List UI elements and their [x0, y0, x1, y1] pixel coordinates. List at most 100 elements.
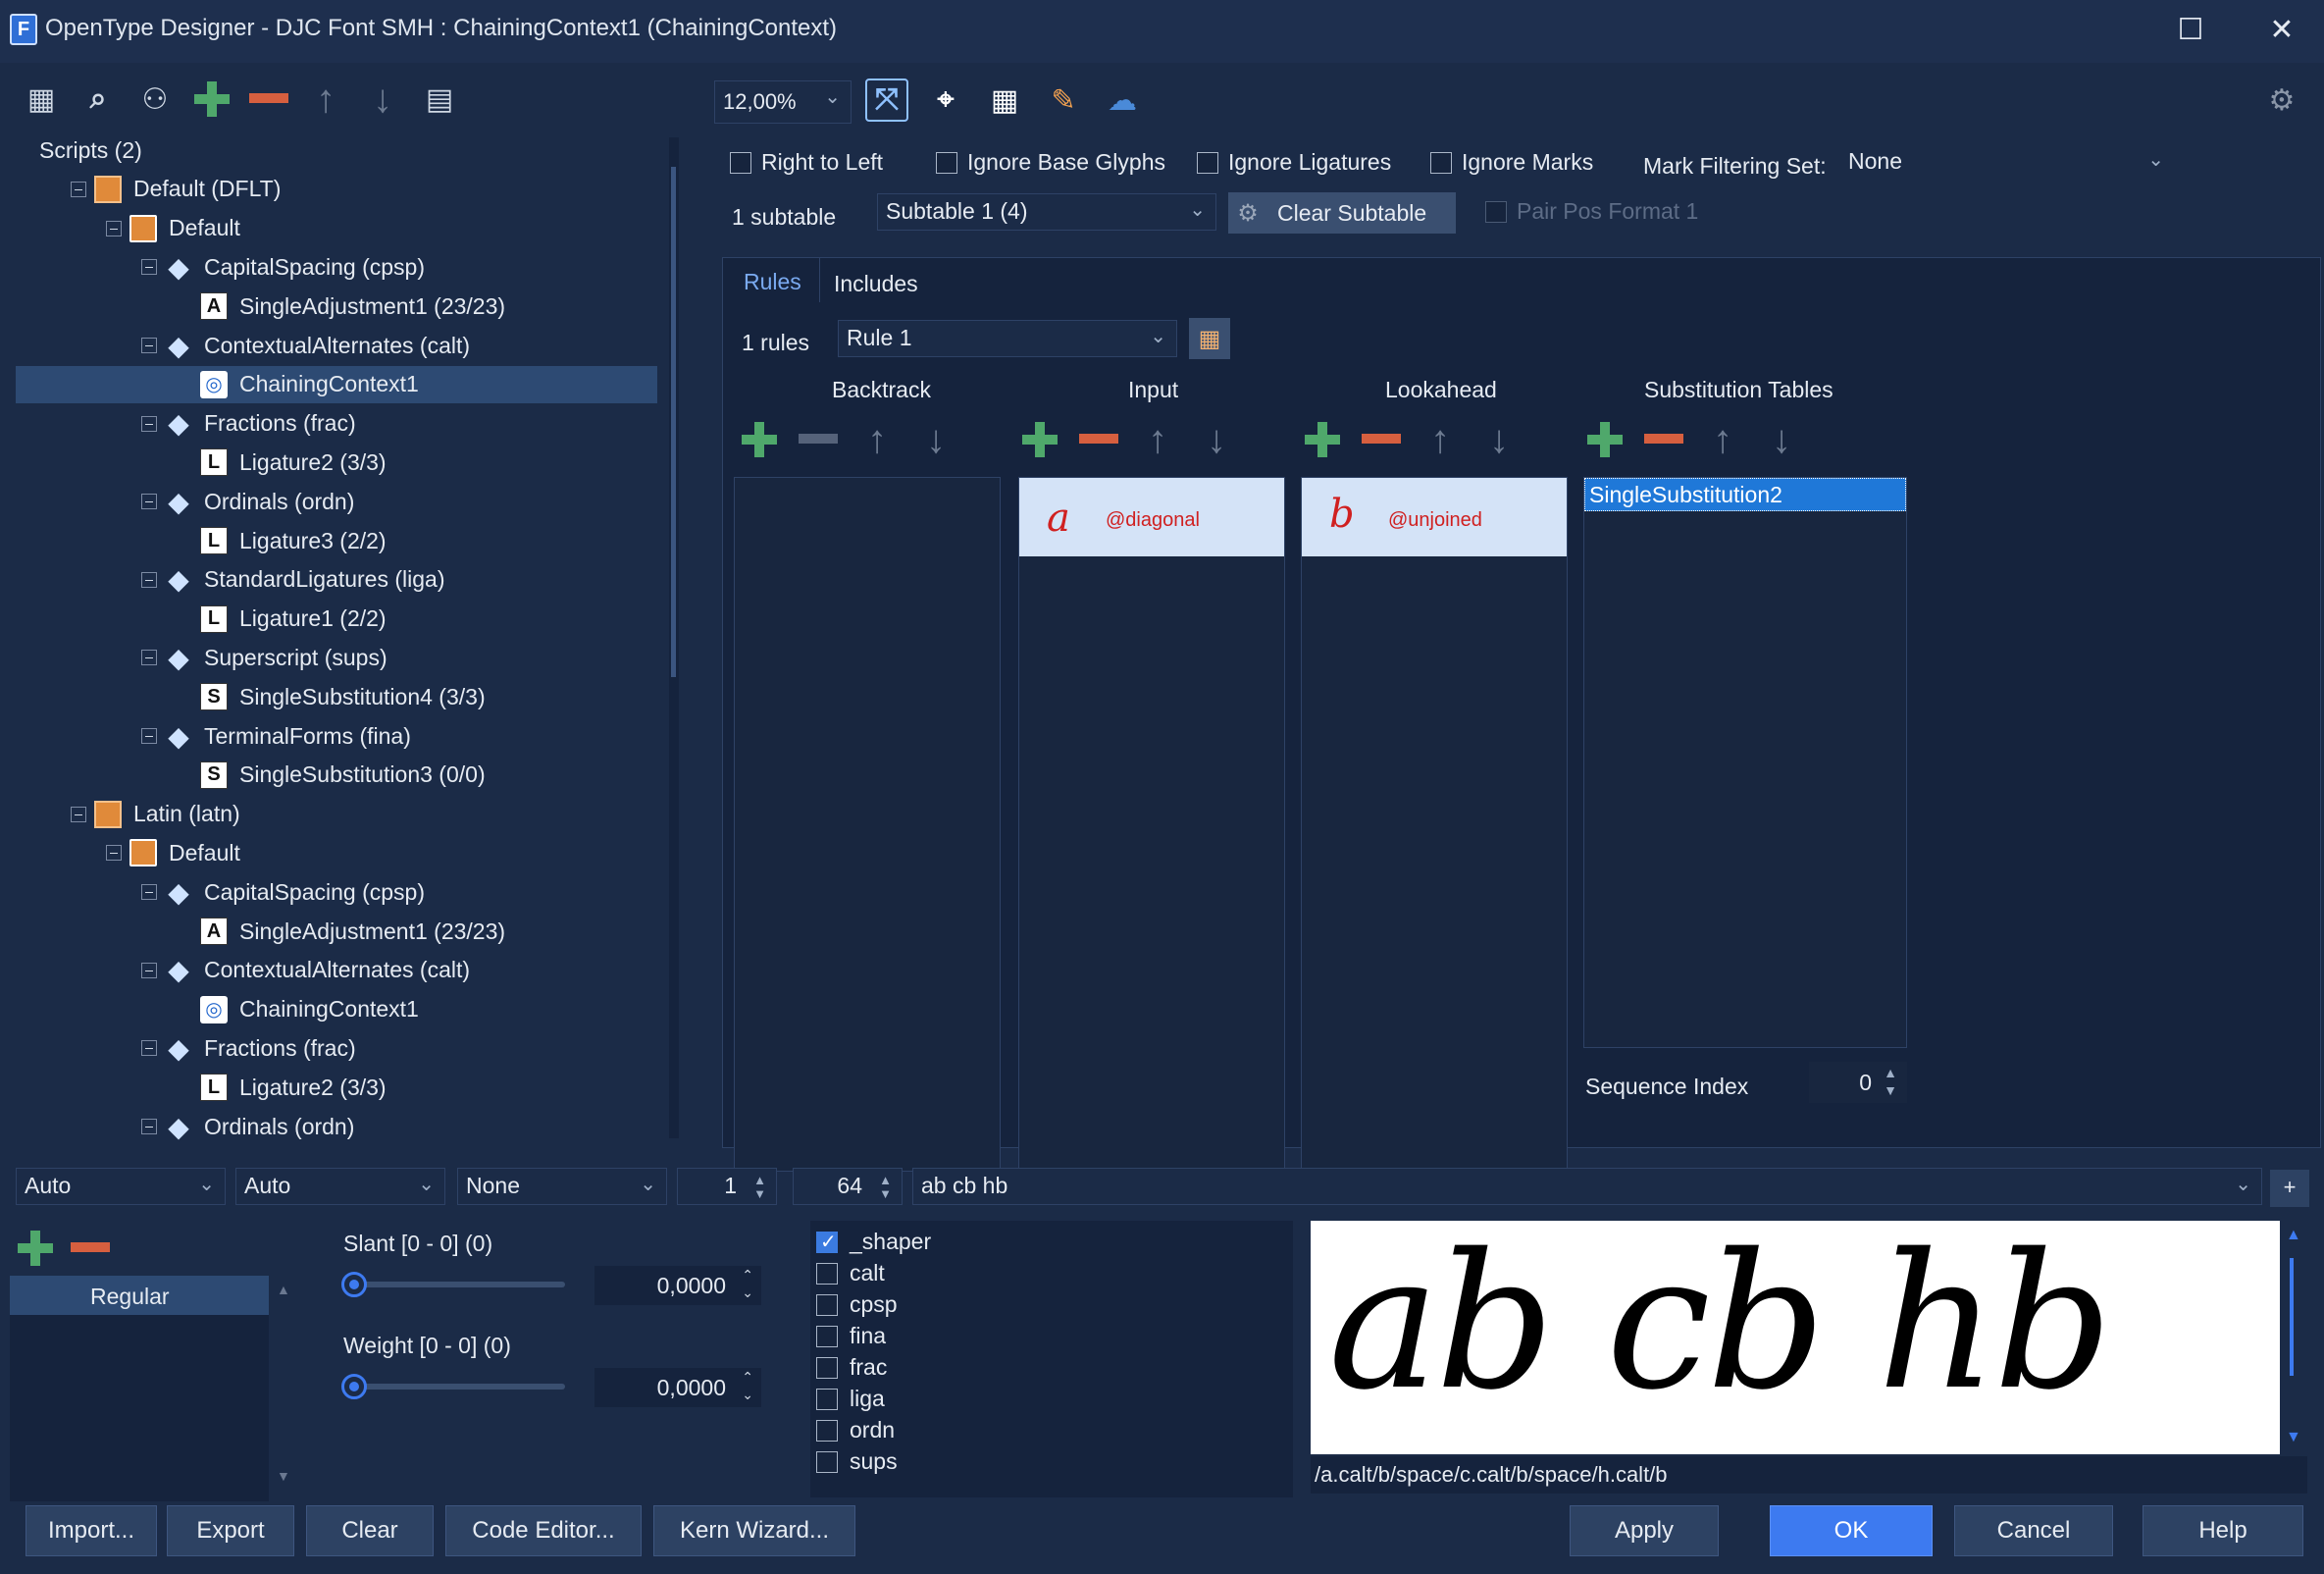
- feature-option[interactable]: liga: [816, 1386, 885, 1412]
- feature-checkbox[interactable]: [816, 1356, 838, 1379]
- lookahead-item[interactable]: b @unjoined: [1302, 478, 1567, 556]
- feature-option[interactable]: calt: [816, 1260, 885, 1286]
- collapse-icon[interactable]: [141, 962, 157, 978]
- add-icon[interactable]: [190, 78, 233, 121]
- spinner-icon[interactable]: ▲ ▼: [1884, 1064, 1897, 1099]
- backtrack-down-icon[interactable]: ↓: [914, 418, 957, 461]
- add-master-icon[interactable]: [14, 1227, 57, 1270]
- move-down-icon[interactable]: ↓: [361, 78, 404, 121]
- tree-node[interactable]: L Ligature2 (3/3): [16, 444, 657, 481]
- tree-node[interactable]: A SingleAdjustment1 (23/23): [16, 288, 657, 325]
- line-count-input[interactable]: 1 ▲ ▼: [677, 1168, 777, 1205]
- subst-list[interactable]: SingleSubstitution2: [1583, 477, 1907, 1048]
- backtrack-list[interactable]: [734, 477, 1001, 1172]
- tree-node[interactable]: ◆ Ordinals (ordn): [16, 1108, 657, 1142]
- tree-node[interactable]: ◆ ContextualAlternates (calt): [16, 952, 657, 989]
- master-scrollbar[interactable]: ▲ ▼: [275, 1276, 294, 1501]
- feature-checkbox[interactable]: [816, 1230, 838, 1254]
- collapse-icon[interactable]: [141, 494, 157, 510]
- subst-up-icon[interactable]: ↑: [1701, 418, 1744, 461]
- lookahead-add-icon[interactable]: [1301, 418, 1344, 461]
- ignore-marks-option[interactable]: Ignore Marks: [1430, 149, 1593, 176]
- tree-node[interactable]: L Ligature1 (2/2): [16, 601, 657, 638]
- tree-node[interactable]: ◆ CapitalSpacing (cpsp): [16, 873, 657, 911]
- direction-dropdown[interactable]: None ⌄: [457, 1168, 667, 1205]
- font-size-input[interactable]: 64 ▲ ▼: [793, 1168, 903, 1205]
- feature-checkbox[interactable]: [816, 1262, 838, 1285]
- help-button[interactable]: Help: [2143, 1505, 2303, 1556]
- input-up-icon[interactable]: ↑: [1136, 418, 1179, 461]
- lookahead-up-icon[interactable]: ↑: [1419, 418, 1462, 461]
- tree-node[interactable]: ◆ Superscript (sups): [16, 639, 657, 676]
- tree-node[interactable]: S SingleSubstitution3 (0/0): [16, 757, 657, 794]
- collapse-icon[interactable]: [141, 1119, 157, 1134]
- tree-node[interactable]: ◆ CapitalSpacing (cpsp): [16, 248, 657, 286]
- tree-node[interactable]: Latin (latn): [16, 796, 657, 833]
- input-down-icon[interactable]: ↓: [1195, 418, 1238, 461]
- input-remove-icon[interactable]: [1077, 418, 1120, 461]
- tree-node[interactable]: Default (DFLT): [16, 171, 657, 208]
- remove-master-icon[interactable]: [69, 1227, 112, 1270]
- feature-tree[interactable]: Scripts (2) Default (DFLT) Default ◆ Capital…: [16, 131, 663, 1142]
- rule-table-icon[interactable]: ▦: [1189, 318, 1230, 359]
- tab-includes[interactable]: Includes: [834, 271, 918, 297]
- script-dropdown[interactable]: Auto ⌄: [16, 1168, 226, 1205]
- code-editor-button[interactable]: Code Editor...: [445, 1505, 642, 1556]
- feature-option[interactable]: fina: [816, 1323, 886, 1349]
- rule-dropdown[interactable]: Rule 1 ⌄: [838, 320, 1177, 357]
- backtrack-remove-icon[interactable]: [797, 418, 840, 461]
- feature-option[interactable]: sups: [816, 1448, 898, 1475]
- slant-value-input[interactable]: 0,0000 ⌃ ⌄: [594, 1266, 761, 1305]
- mark-filter-dropdown[interactable]: None ⌄: [1840, 144, 2174, 182]
- collapse-icon[interactable]: [141, 650, 157, 666]
- binoculars-icon[interactable]: ⚇: [133, 78, 177, 121]
- remove-icon[interactable]: [247, 78, 290, 121]
- collapse-icon[interactable]: [71, 806, 86, 822]
- master-item[interactable]: Regular: [10, 1276, 269, 1315]
- subst-remove-icon[interactable]: [1642, 418, 1685, 461]
- preview-text-input[interactable]: ab cb hb ⌄: [912, 1168, 2262, 1205]
- zoom-dropdown[interactable]: 12,00% ⌄: [714, 80, 852, 124]
- sequence-index-input[interactable]: 0 ▲ ▼: [1809, 1062, 1907, 1103]
- table-menu-icon[interactable]: ▤: [418, 78, 461, 121]
- collapse-icon[interactable]: [141, 728, 157, 744]
- subst-add-icon[interactable]: [1583, 418, 1627, 461]
- slant-slider[interactable]: [341, 1272, 565, 1297]
- ignore-base-checkbox[interactable]: [936, 151, 957, 174]
- ignore-lig-option[interactable]: Ignore Ligatures: [1197, 149, 1391, 176]
- collapse-icon[interactable]: [141, 259, 157, 276]
- slant-slider-handle[interactable]: [341, 1272, 367, 1297]
- preview-scrollbar[interactable]: ▲ ▼: [2282, 1221, 2307, 1456]
- feature-checkbox[interactable]: [816, 1419, 838, 1442]
- tree-node[interactable]: S SingleSubstitution4 (3/3): [16, 678, 657, 715]
- cancel-button[interactable]: Cancel: [1954, 1505, 2113, 1556]
- backtrack-up-icon[interactable]: ↑: [855, 418, 899, 461]
- rtl-option[interactable]: Right to Left: [730, 149, 883, 176]
- tree-node[interactable]: ◆ Ordinals (ordn): [16, 483, 657, 520]
- ignore-marks-checkbox[interactable]: [1430, 151, 1452, 174]
- lookahead-down-icon[interactable]: ↓: [1477, 418, 1521, 461]
- add-preview-button[interactable]: +: [2270, 1170, 2309, 1207]
- clear-subtable-button[interactable]: ⚙ Clear Subtable: [1228, 192, 1456, 234]
- tree-node[interactable]: ◆ TerminalForms (fina): [16, 717, 657, 755]
- subst-down-icon[interactable]: ↓: [1760, 418, 1803, 461]
- tree-node[interactable]: A SingleAdjustment1 (23/23): [16, 913, 657, 950]
- collapse-icon[interactable]: [141, 571, 157, 588]
- tree-node[interactable]: ◆ StandardLigatures (liga): [16, 561, 657, 599]
- tree-node[interactable]: Default: [16, 210, 657, 247]
- tree-node[interactable]: ◆ Fractions (frac): [16, 405, 657, 443]
- language-dropdown[interactable]: Auto ⌄: [235, 1168, 445, 1205]
- tree-node[interactable]: ◎ ChainingContext1: [16, 991, 657, 1028]
- feature-option[interactable]: cpsp: [816, 1291, 898, 1318]
- import-button[interactable]: Import...: [26, 1505, 157, 1556]
- find-table-icon[interactable]: ⌕: [77, 78, 120, 121]
- feature-checkbox[interactable]: [816, 1388, 838, 1410]
- grid-icon[interactable]: ▦: [983, 79, 1026, 122]
- move-up-icon[interactable]: ↑: [304, 78, 347, 121]
- tree-node[interactable]: ◆ Fractions (frac): [16, 1029, 657, 1067]
- feature-option[interactable]: ordn: [816, 1417, 895, 1443]
- settings-gear-icon[interactable]: ⚙: [2260, 79, 2303, 122]
- tree-node[interactable]: L Ligature2 (3/3): [16, 1069, 657, 1106]
- lookahead-list[interactable]: b @unjoined: [1301, 477, 1568, 1172]
- clear-button[interactable]: Clear: [306, 1505, 434, 1556]
